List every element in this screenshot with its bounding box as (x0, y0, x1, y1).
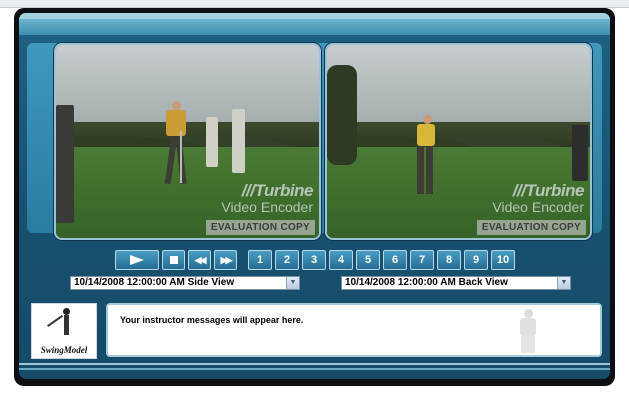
stop-button[interactable] (162, 250, 185, 270)
rewind-button[interactable]: ◀◀ (188, 250, 211, 270)
frame-button-1[interactable]: 1 (248, 250, 272, 270)
watermark-brand: ///Turbine (241, 181, 314, 200)
back-view-select[interactable]: 10/14/2008 12:00:00 AM Back View ▼ (341, 276, 571, 290)
playback-controls: ◀◀ ▶▶ 1 2 3 4 5 6 7 8 9 10 (115, 250, 515, 270)
golfer-watermark-icon (514, 309, 544, 353)
play-icon (130, 255, 144, 265)
watermark-sub: Video Encoder (492, 199, 584, 215)
side-view-select[interactable]: 10/14/2008 12:00:00 AM Side View ▼ (70, 276, 300, 290)
instructor-message-box: Your instructor messages will appear her… (106, 303, 602, 357)
fast-forward-button[interactable]: ▶▶ (214, 250, 237, 270)
frame-button-5[interactable]: 5 (356, 250, 380, 270)
golfer-logo-icon (47, 308, 72, 338)
back-view-select-value: 10/14/2008 12:00:00 AM Back View (345, 277, 508, 288)
chevron-down-icon[interactable]: ▼ (286, 277, 299, 289)
watermark-sub: Video Encoder (221, 199, 313, 215)
fast-forward-icon: ▶▶ (220, 254, 233, 265)
back-view-video[interactable]: ///Turbine Video Encoder EVALUATION COPY (325, 43, 592, 240)
frame-button-4[interactable]: 4 (329, 250, 353, 270)
watermark-brand: ///Turbine (512, 181, 585, 200)
rewind-icon: ◀◀ (194, 254, 207, 265)
frame-button-7[interactable]: 7 (410, 250, 434, 270)
frame-button-6[interactable]: 6 (383, 250, 407, 270)
swingmodel-logo: SwingModel (31, 303, 97, 359)
frame-button-2[interactable]: 2 (275, 250, 299, 270)
instructor-message-text: Your instructor messages will appear her… (120, 315, 304, 325)
frame-button-10[interactable]: 10 (491, 250, 515, 270)
swing-video-player: ///Turbine Video Encoder EVALUATION COPY… (14, 8, 615, 386)
chevron-down-icon[interactable]: ▼ (557, 277, 570, 289)
evaluation-copy-badge: EVALUATION COPY (205, 220, 315, 235)
side-view-video[interactable]: ///Turbine Video Encoder EVALUATION COPY (54, 43, 321, 240)
player-frame: ///Turbine Video Encoder EVALUATION COPY… (19, 13, 610, 379)
logo-name: SwingModel (40, 345, 88, 355)
frame-button-3[interactable]: 3 (302, 250, 326, 270)
side-view-select-value: 10/14/2008 12:00:00 AM Side View (74, 277, 235, 288)
stop-icon (169, 256, 178, 264)
top-band (19, 13, 610, 35)
bottom-decoration (19, 363, 610, 379)
play-button[interactable] (115, 250, 159, 270)
browser-top-strip (0, 0, 629, 8)
frame-button-9[interactable]: 9 (464, 250, 488, 270)
evaluation-copy-badge: EVALUATION COPY (476, 220, 586, 235)
frame-button-8[interactable]: 8 (437, 250, 461, 270)
